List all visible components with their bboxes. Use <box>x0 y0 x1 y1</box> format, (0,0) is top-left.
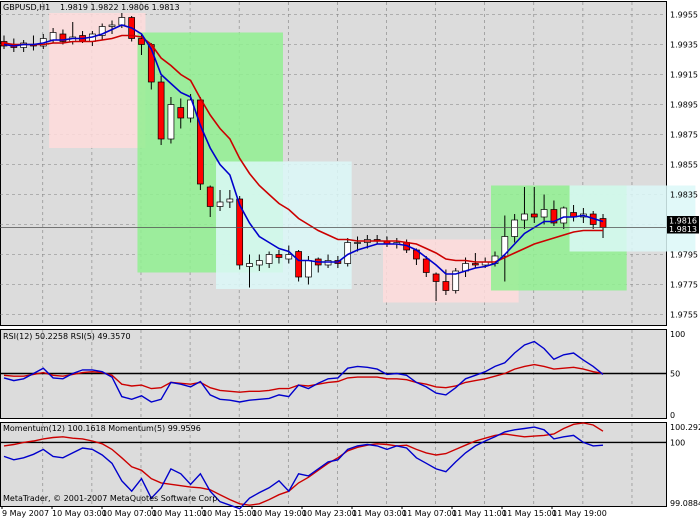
y-tick-label: 1.9875 <box>670 131 698 140</box>
x-tick-label: 10 May 23:00 <box>302 509 357 518</box>
y-tick-label: 1.9795 <box>670 251 698 260</box>
momentum-title: Momentum(12) 100.1618 Momentum(5) 99.959… <box>3 424 201 433</box>
candle-body <box>285 254 293 260</box>
indicator-tick-label: 100.2925 <box>670 423 700 432</box>
x-tick-label: 11 May 11:00 <box>452 509 507 518</box>
candle-body <box>255 260 263 266</box>
y-tick-label: 1.9835 <box>670 191 698 200</box>
candle-body <box>197 99 204 185</box>
candle-body <box>157 81 165 140</box>
candle-body <box>246 263 253 267</box>
indicator-tick-label: 0 <box>670 411 675 420</box>
candle-body <box>108 24 116 27</box>
indicator-tick-label: 100 <box>670 330 685 339</box>
x-tick-label: 10 May 07:00 <box>102 509 157 518</box>
candle-body <box>472 263 479 266</box>
footer-copyright: MetaTrader, © 2001-2007 MetaQuotes Softw… <box>3 494 220 503</box>
price-tag-label: 1.9813 <box>669 225 697 234</box>
y-tick-label: 1.9855 <box>670 161 698 170</box>
candle-body <box>216 201 224 207</box>
candle-body <box>530 213 538 218</box>
candle-body <box>540 209 548 218</box>
candle-body <box>521 213 528 221</box>
rsi-title: RSI(12) 50.2258 RSI(5) 49.3570 <box>3 332 131 341</box>
candle-body <box>354 242 361 244</box>
candle-body <box>206 186 214 207</box>
candle-body <box>432 273 440 282</box>
candle-body <box>295 251 302 278</box>
indicator-tick-label: 99.0884 <box>670 499 700 508</box>
candle-body <box>422 258 430 273</box>
x-tick-label: 10 May 11:00 <box>152 509 207 518</box>
candle-body <box>177 107 185 119</box>
y-tick-label: 1.9955 <box>670 11 698 20</box>
x-tick-label: 10 May 15:00 <box>202 509 257 518</box>
candle-body <box>511 219 518 237</box>
candle-body <box>442 281 450 291</box>
candle-body <box>226 198 234 203</box>
candle-body <box>265 254 273 264</box>
x-tick-label: 11 May 03:00 <box>352 509 407 518</box>
x-tick-label: 9 May 2007 <box>2 509 49 518</box>
x-tick-label: 10 May 03:00 <box>52 509 107 518</box>
x-tick-label: 10 May 19:00 <box>252 509 307 518</box>
candle-body <box>275 254 283 258</box>
y-tick-label: 1.9935 <box>670 41 698 50</box>
y-tick-label: 1.9755 <box>670 311 698 320</box>
candle-body <box>599 218 607 228</box>
candle-body <box>118 17 126 26</box>
y-tick-label: 1.9915 <box>670 71 698 80</box>
trading-chart[interactable]: 1.9955 1.9935 1.9915 1.9895 1.9875 1.9855 1.98… <box>0 0 700 521</box>
candle-body <box>49 32 57 41</box>
x-tick-label: 11 May 07:00 <box>402 509 457 518</box>
candle-body <box>167 104 175 140</box>
y-tick-label: 1.9895 <box>670 101 698 110</box>
x-tick-label: 11 May 15:00 <box>502 509 557 518</box>
ohlc-readout: 1.9819 1.9822 1.9806 1.9813 <box>60 3 180 12</box>
candle-body <box>305 260 312 278</box>
x-tick-label: 11 May 19:00 <box>552 509 607 518</box>
y-tick-label: 1.9775 <box>670 281 698 290</box>
symbol-title: GBPUSD,H1 <box>3 3 50 12</box>
candle-body <box>560 207 568 224</box>
indicator-tick-label: 50 <box>670 370 680 379</box>
indicator-tick-label: 100 <box>670 438 685 447</box>
